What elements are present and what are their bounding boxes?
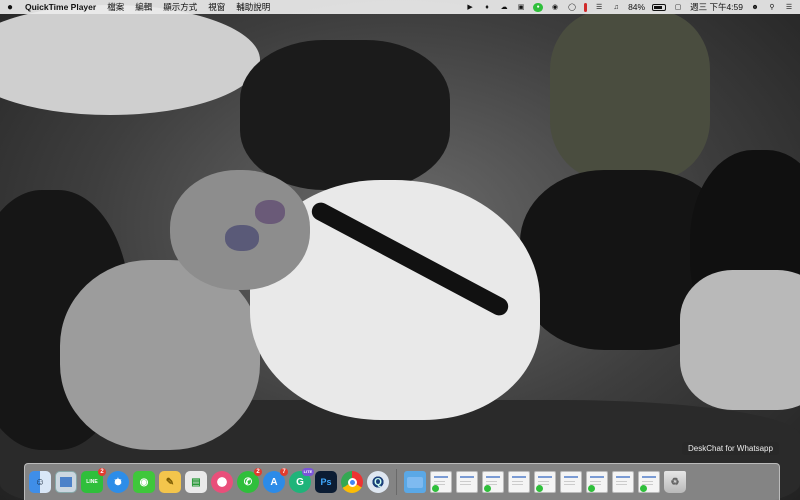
wifi-icon[interactable]: ☰ <box>594 3 604 12</box>
app-store-icon[interactable]: A 7 <box>263 468 288 493</box>
cloud-icon[interactable]: ☁ <box>499 3 509 12</box>
timemachine-icon[interactable]: ◯ <box>567 3 577 12</box>
itunes-icon[interactable]: ♫ <box>211 471 233 493</box>
dock-separator <box>396 469 397 495</box>
whatsapp-file-marker <box>484 485 491 492</box>
document-thumbnail[interactable] <box>638 471 660 493</box>
dropbox-icon[interactable]: ♦ <box>482 3 492 12</box>
document-thumbnail[interactable] <box>430 471 452 493</box>
document-thumbnail[interactable] <box>456 471 478 493</box>
record-icon[interactable] <box>584 2 588 12</box>
whatsapp-badge: 2 <box>254 468 262 476</box>
photoshop-icon[interactable]: Ps <box>315 471 337 493</box>
menu-edit[interactable]: 編輯 <box>135 1 152 13</box>
quicktime-icon[interactable]: Q <box>367 471 389 493</box>
clock[interactable]: 週三 下午4:59 <box>690 1 743 13</box>
user-icon[interactable]: ☻ <box>750 3 760 12</box>
menu-view[interactable]: 顯示方式 <box>163 1 197 13</box>
menu-file[interactable]: 檔案 <box>107 1 124 13</box>
app-store-badge: 7 <box>280 468 288 476</box>
document-thumbnail[interactable] <box>586 471 608 493</box>
numbers-icon[interactable]: ▤ <box>185 471 207 493</box>
wallpaper-shape <box>550 10 710 180</box>
photoshop-label: Ps <box>320 477 332 487</box>
document-thumbnail[interactable] <box>560 471 582 493</box>
wechat-status-icon[interactable]: ◉ <box>550 3 560 12</box>
whatsapp-icon[interactable]: ✆ 2 <box>237 468 262 493</box>
line-icon[interactable]: LINE 2 <box>81 468 106 493</box>
document-thumbnail[interactable] <box>534 471 556 493</box>
spotlight-search-icon[interactable]: ⚲ <box>767 3 777 12</box>
line-badge: 2 <box>98 468 106 476</box>
dock: ☺ LINE 2 ✶ ◉ ✎ ▤ ♫ ✆ 2 A 7 G LITE Ps Q ♻ <box>24 463 780 500</box>
whatsapp-file-marker <box>640 485 647 492</box>
menu-bar: ● QuickTime Player 檔案 編輯 顯示方式 視窗 輔助說明 ▶ … <box>0 0 800 14</box>
safari-icon[interactable]: ✶ <box>107 471 129 493</box>
notes-icon[interactable]: ✎ <box>159 471 181 493</box>
menu-window[interactable]: 視窗 <box>208 1 225 13</box>
menu-help[interactable]: 輔助說明 <box>236 1 270 13</box>
battery-icon[interactable] <box>652 3 667 11</box>
wechat-icon[interactable]: ◉ <box>133 471 155 493</box>
line-label: LINE <box>86 479 98 485</box>
apple-icon[interactable]: ● <box>6 2 14 13</box>
document-thumbnail[interactable] <box>508 471 530 493</box>
whatsapp-file-marker <box>432 485 439 492</box>
wallpaper-shape <box>225 225 259 251</box>
preview-picture <box>60 477 72 487</box>
whatsapp-file-marker <box>588 485 595 492</box>
wallpaper-shape <box>0 5 260 115</box>
trash-icon[interactable]: ♻ <box>664 471 686 493</box>
document-thumbnail[interactable] <box>482 471 504 493</box>
wallpaper-shape <box>680 270 800 410</box>
grammarly-lite-badge: LITE <box>302 468 314 476</box>
dock-tooltip: DeskChat for Whatsapp <box>682 442 779 455</box>
battery-fill <box>654 5 663 9</box>
whatsapp-file-marker <box>536 485 543 492</box>
desktop-wallpaper <box>0 0 800 500</box>
folder-icon[interactable] <box>404 471 426 493</box>
sound-icon[interactable]: ♫ <box>611 3 621 12</box>
finder-icon[interactable]: ☺ <box>29 471 51 493</box>
grammarly-icon[interactable]: G LITE <box>289 468 314 493</box>
battery-percent: 84% <box>628 2 646 12</box>
wallpaper-shape <box>240 40 450 190</box>
preview-icon[interactable] <box>55 471 77 493</box>
chrome-icon[interactable] <box>341 471 363 493</box>
volume-icon[interactable]: ▶ <box>465 3 475 12</box>
wallpaper-shape <box>255 200 285 224</box>
document-thumbnail[interactable] <box>612 471 634 493</box>
input-source-icon[interactable]: ▢ <box>673 3 683 12</box>
app-menu-quicktime[interactable]: QuickTime Player <box>25 2 96 12</box>
screen-icon[interactable]: ▣ <box>516 3 526 12</box>
notification-center-icon[interactable]: ☰ <box>784 3 794 12</box>
folder-front <box>407 476 423 488</box>
chrome-center <box>347 477 357 487</box>
line-status-icon[interactable]: ● <box>533 2 544 12</box>
